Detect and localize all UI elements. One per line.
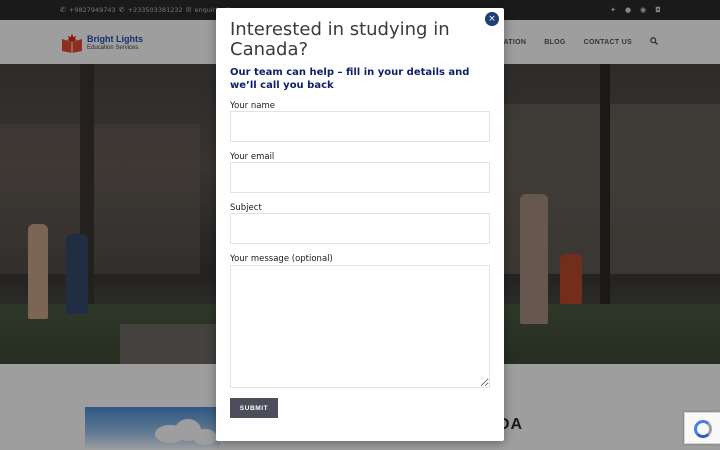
name-field[interactable] xyxy=(230,111,490,142)
submit-button[interactable]: SUBMIT xyxy=(230,398,278,418)
email-field[interactable] xyxy=(230,162,490,193)
enquiry-modal: × Interested in studying in Canada? Our … xyxy=(216,8,504,441)
subject-field[interactable] xyxy=(230,213,490,244)
name-label: Your name xyxy=(230,101,275,111)
message-field[interactable] xyxy=(230,265,490,388)
recaptcha-icon xyxy=(694,420,712,438)
recaptcha-badge[interactable] xyxy=(684,412,720,444)
modal-title: Interested in studying in Canada? xyxy=(230,19,450,60)
email-label: Your email xyxy=(230,152,275,162)
close-icon[interactable]: × xyxy=(485,12,499,26)
modal-subtitle: Our team can help – fill in your details… xyxy=(230,67,470,91)
subject-label: Subject xyxy=(230,203,262,213)
message-label: Your message (optional) xyxy=(230,254,333,264)
